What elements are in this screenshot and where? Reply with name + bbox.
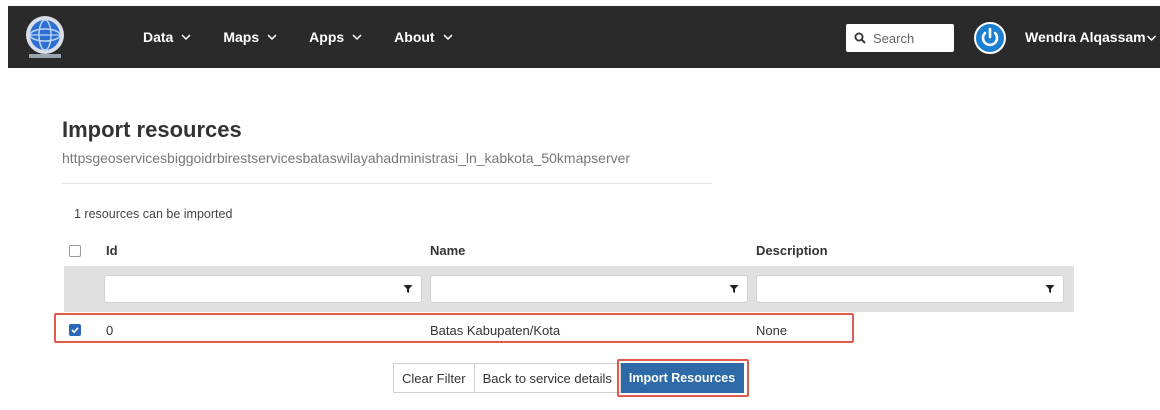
avatar[interactable] xyxy=(974,22,1006,54)
name-filter xyxy=(430,275,748,303)
description-filter-input[interactable] xyxy=(757,276,1037,302)
id-filter xyxy=(104,275,422,303)
name-filter-input[interactable] xyxy=(431,276,721,302)
menu-about-label: About xyxy=(394,29,435,45)
menu-apps-label: Apps xyxy=(309,29,345,45)
chevron-down-icon[interactable] xyxy=(1146,33,1157,43)
search-box[interactable] xyxy=(846,24,954,52)
chevron-down-icon xyxy=(181,34,191,41)
filter-icon[interactable] xyxy=(1037,276,1063,302)
column-header-id[interactable]: Id xyxy=(106,243,118,258)
menu-data[interactable]: Data xyxy=(143,29,191,45)
menu-data-label: Data xyxy=(143,29,174,45)
search-icon xyxy=(854,32,866,44)
user-name[interactable]: Wendra Alqassam xyxy=(1025,6,1146,68)
menu-maps-label: Maps xyxy=(223,29,260,45)
chevron-down-icon xyxy=(267,34,277,41)
menu-about[interactable]: About xyxy=(394,29,453,45)
import-button-highlight-annotation xyxy=(617,359,749,397)
globe-logo-icon[interactable] xyxy=(20,12,70,62)
filter-icon[interactable] xyxy=(395,276,421,302)
menu-maps[interactable]: Maps xyxy=(223,29,277,45)
column-header-description[interactable]: Description xyxy=(756,243,828,258)
back-to-service-details-button[interactable]: Back to service details xyxy=(474,363,621,393)
chevron-down-icon xyxy=(352,34,362,41)
divider xyxy=(62,183,712,184)
page-title: Import resources xyxy=(62,117,242,142)
power-icon xyxy=(981,27,999,47)
service-url: httpsgeoservicesbiggoidrbirestservicesba… xyxy=(62,150,631,166)
top-navbar: Data Maps Apps About Wendra Alqassam xyxy=(8,6,1160,68)
column-header-name[interactable]: Name xyxy=(430,243,465,258)
filter-icon[interactable] xyxy=(721,276,747,302)
clear-filter-button[interactable]: Clear Filter xyxy=(393,363,475,393)
id-filter-input[interactable] xyxy=(105,276,395,302)
description-filter xyxy=(756,275,1064,303)
import-count: 1 resources can be imported xyxy=(74,207,233,221)
search-input[interactable] xyxy=(873,30,943,46)
menu-apps[interactable]: Apps xyxy=(309,29,362,45)
row-highlight-annotation xyxy=(54,313,854,343)
table-header: Id Name Description xyxy=(58,236,1074,266)
main-menu: Data Maps Apps About xyxy=(143,6,485,68)
select-all-checkbox[interactable] xyxy=(69,245,81,257)
filter-row xyxy=(64,266,1074,312)
chevron-down-icon xyxy=(443,34,453,41)
